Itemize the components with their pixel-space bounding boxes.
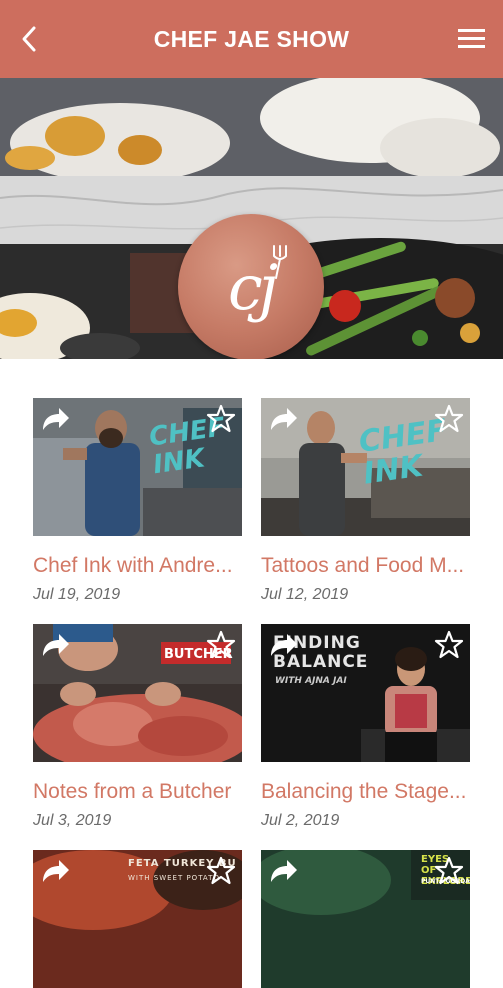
star-outline-icon[interactable] [434, 630, 464, 660]
video-thumbnail[interactable]: EYES OF EXPLORER PUNTA GORDA [261, 850, 470, 988]
video-thumbnail[interactable]: BUTCHER [33, 624, 242, 762]
menu-button[interactable] [457, 26, 487, 52]
video-date: Jul 19, 2019 [33, 586, 121, 603]
page-title: CHEF JAE SHOW [153, 25, 350, 52]
video-title[interactable]: Notes from a Butcher [33, 780, 242, 804]
share-arrow-icon[interactable] [39, 632, 71, 658]
star-outline-icon[interactable] [434, 856, 464, 886]
star-outline-icon[interactable] [206, 856, 236, 886]
video-thumbnail[interactable]: FINDING BALANCE WITH AJNA JAI [261, 624, 470, 762]
video-title[interactable]: Chef Ink with Andre... [33, 554, 242, 578]
back-button[interactable] [12, 22, 46, 56]
video-thumbnail[interactable]: CHEF INK [261, 398, 470, 536]
video-date: Jul 3, 2019 [33, 812, 112, 829]
share-arrow-icon[interactable] [267, 406, 299, 432]
hamburger-menu-icon [458, 29, 485, 48]
star-outline-icon[interactable] [206, 630, 236, 660]
share-arrow-icon[interactable] [267, 858, 299, 884]
hero-banner: cj [0, 78, 503, 359]
video-title[interactable]: Balancing the Stage... [261, 780, 470, 804]
thumbnail-subtext: WITH AJNA JAI [275, 676, 347, 686]
star-outline-icon[interactable] [206, 404, 236, 434]
logo-text: cj [228, 250, 278, 324]
video-title[interactable]: Tattoos and Food M... [261, 554, 470, 578]
share-arrow-icon[interactable] [39, 406, 71, 432]
video-thumbnail[interactable]: FETA TURKEY BU WITH SWEET POTATO [33, 850, 242, 988]
star-outline-icon[interactable] [434, 404, 464, 434]
video-date: Jul 2, 2019 [261, 812, 340, 829]
video-thumbnail[interactable]: CHEF INK [33, 398, 242, 536]
fork-icon [273, 245, 287, 279]
app-header: CHEF JAE SHOW [0, 0, 503, 78]
video-date: Jul 12, 2019 [261, 586, 349, 603]
share-arrow-icon[interactable] [267, 632, 299, 658]
share-arrow-icon[interactable] [39, 858, 71, 884]
chevron-left-icon [22, 26, 36, 52]
chef-jae-logo: cj [178, 214, 324, 359]
